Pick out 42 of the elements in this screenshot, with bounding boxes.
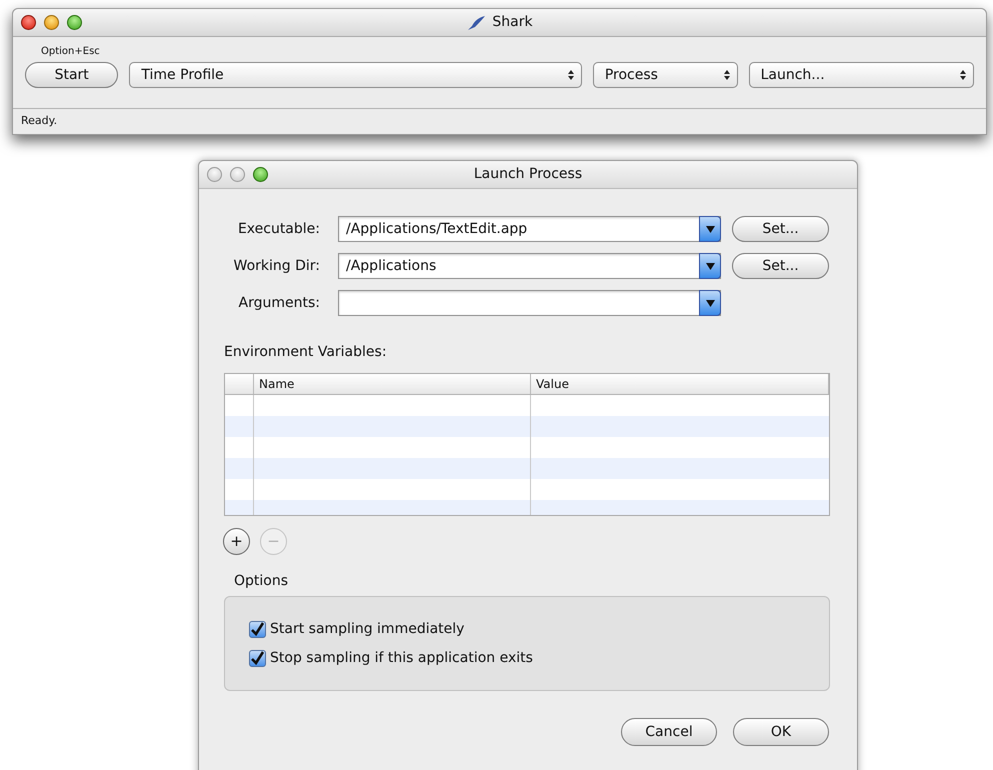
combo-box[interactable]: /Applications/TextEdit.app bbox=[338, 216, 721, 242]
checkbox-label: Stop sampling if this application exits bbox=[270, 648, 533, 668]
section-title: Options bbox=[234, 572, 290, 591]
checkbox-label: Start sampling immediately bbox=[270, 620, 464, 638]
status-text: Ready. bbox=[21, 113, 58, 130]
check-icon bbox=[250, 622, 265, 636]
up-down-arrows-icon bbox=[722, 69, 731, 81]
window-title: Launch Process bbox=[474, 165, 582, 184]
popup-button[interactable]: Process bbox=[592, 62, 738, 88]
column-header[interactable]: Name bbox=[254, 374, 531, 394]
minimize-button[interactable] bbox=[44, 15, 59, 30]
up-down-arrows-icon bbox=[566, 69, 575, 81]
column-header[interactable]: Value bbox=[531, 374, 829, 394]
dropdown-button[interactable] bbox=[699, 216, 721, 242]
ok-button[interactable]: OK bbox=[733, 718, 829, 746]
field-label: Arguments: bbox=[238, 294, 320, 312]
down-arrow-icon bbox=[706, 226, 714, 232]
popup-button[interactable]: Time Profile bbox=[129, 62, 582, 88]
popup-button[interactable]: Launch... bbox=[748, 62, 974, 88]
zoom-button[interactable] bbox=[67, 15, 82, 30]
down-arrow-icon bbox=[706, 300, 714, 306]
close-button[interactable] bbox=[21, 15, 36, 30]
field-label: Executable: bbox=[236, 220, 320, 238]
minimize-button[interactable] bbox=[230, 167, 245, 182]
zoom-button[interactable] bbox=[253, 167, 268, 182]
checkbox[interactable] bbox=[249, 620, 266, 638]
window-title: Shark bbox=[492, 13, 533, 32]
down-arrow-icon bbox=[706, 262, 714, 270]
section-title: Environment Variables: bbox=[224, 343, 388, 362]
field-label: Working Dir: bbox=[232, 256, 320, 276]
start-button[interactable]: Start bbox=[25, 62, 118, 88]
check-icon bbox=[250, 650, 265, 666]
dropdown-button[interactable] bbox=[699, 290, 721, 316]
up-down-arrows-icon bbox=[959, 69, 967, 81]
combo-box[interactable]: /Applications bbox=[338, 253, 721, 279]
set-button[interactable]: Set... bbox=[732, 253, 829, 279]
set-button[interactable]: Set... bbox=[732, 216, 829, 242]
checkbox[interactable] bbox=[249, 650, 266, 666]
dropdown-button[interactable] bbox=[699, 253, 721, 279]
cancel-button[interactable]: Cancel bbox=[621, 718, 717, 746]
add-button[interactable]: + bbox=[223, 528, 250, 555]
shortcut-hint: Option+Esc bbox=[41, 45, 101, 59]
